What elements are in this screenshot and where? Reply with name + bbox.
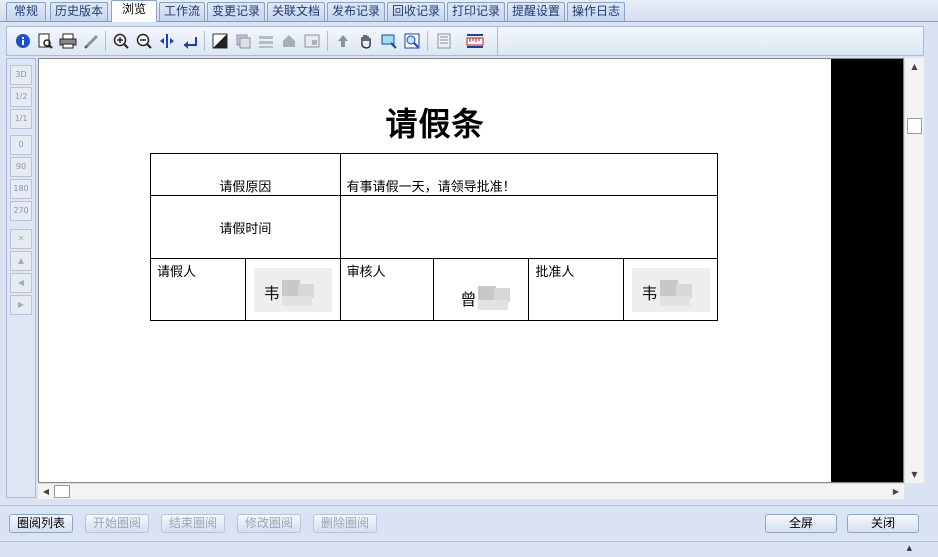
tab-operation-log[interactable]: 操作日志 bbox=[567, 2, 625, 21]
side-tool-rotate-270[interactable]: 270 bbox=[10, 201, 32, 221]
stack-icon[interactable] bbox=[256, 31, 276, 51]
tab-change-log[interactable]: 变更记录 bbox=[207, 2, 265, 21]
tab-workflow[interactable]: 工作流 bbox=[159, 2, 205, 21]
resize-grip-icon[interactable]: ▲ bbox=[907, 544, 912, 552]
review-list-button[interactable]: 圈阅列表 bbox=[9, 514, 73, 533]
signature-blur bbox=[659, 296, 690, 306]
time-label: 请假时间 bbox=[219, 222, 272, 237]
edit-review-button[interactable]: 修改圈阅 bbox=[237, 514, 301, 533]
reviewer-label: 审核人 bbox=[346, 265, 386, 280]
leave-form-table: 请假原因 有事请假一天，请领导批准！ 请假时间 请假人 韦 审核人 曾 批准人 … bbox=[150, 153, 719, 321]
toolbar-separator bbox=[204, 31, 205, 51]
viewer-dark-margin bbox=[831, 59, 903, 482]
fit-width-icon[interactable] bbox=[157, 31, 177, 51]
toolbar-separator bbox=[105, 31, 106, 51]
side-tool-half[interactable]: 1/2 bbox=[10, 87, 32, 107]
side-tool-flip-left[interactable]: ◀ bbox=[10, 273, 32, 293]
magnifier-icon[interactable] bbox=[379, 31, 399, 51]
horizontal-scroll-thumb[interactable] bbox=[54, 485, 70, 498]
reason-label: 请假原因 bbox=[219, 180, 272, 195]
scroll-up-icon[interactable]: ▲ bbox=[905, 58, 924, 75]
side-tool-3d[interactable]: 3D bbox=[10, 65, 32, 85]
tab-publish-log[interactable]: 发布记录 bbox=[327, 2, 385, 21]
toolbar-end-divider bbox=[497, 27, 498, 55]
horizontal-scrollbar[interactable]: ◀ ▶ bbox=[38, 483, 904, 499]
approver-label: 批准人 bbox=[535, 265, 575, 280]
info-icon[interactable] bbox=[13, 31, 33, 51]
tab-browse[interactable]: 浏览 bbox=[111, 0, 157, 22]
approver-signature: 韦 bbox=[631, 268, 710, 312]
fill-icon[interactable] bbox=[279, 31, 299, 51]
page-icon[interactable] bbox=[434, 31, 454, 51]
time-value bbox=[341, 196, 717, 218]
delete-review-button[interactable]: 删除圈阅 bbox=[313, 514, 377, 533]
tab-general[interactable]: 常规 bbox=[6, 2, 46, 21]
status-bar bbox=[0, 541, 938, 557]
applicant-label: 请假人 bbox=[157, 265, 197, 280]
scroll-left-icon[interactable]: ◀ bbox=[38, 484, 54, 500]
side-tool-flip-vertical[interactable]: ▲ bbox=[10, 251, 32, 271]
fit-page-icon[interactable] bbox=[180, 31, 200, 51]
zoom-region-icon[interactable] bbox=[402, 31, 422, 51]
signature-mark: 曾 bbox=[460, 290, 477, 309]
start-review-button[interactable]: 开始圈阅 bbox=[85, 514, 149, 533]
print-icon[interactable] bbox=[58, 31, 78, 51]
document-viewer[interactable]: 请假条 请假原因 有事请假一天，请领导批准！ 请假时间 请假人 韦 审核人 曾 bbox=[38, 58, 904, 483]
side-tool-rotate-180[interactable]: 180 bbox=[10, 179, 32, 199]
signature-blur bbox=[478, 300, 509, 310]
tab-recycle-log[interactable]: 回收记录 bbox=[387, 2, 445, 21]
side-tool-clear[interactable]: ✕ bbox=[10, 229, 32, 249]
print-preview-icon[interactable] bbox=[35, 31, 55, 51]
zoom-in-icon[interactable] bbox=[111, 31, 131, 51]
invert-icon[interactable] bbox=[210, 31, 230, 51]
side-tool-panel: 3D 1/2 1/1 0 90 180 270 ✕ ▲ ◀ ▶ bbox=[6, 58, 36, 498]
end-review-button[interactable]: 结束圈阅 bbox=[161, 514, 225, 533]
tab-related-docs[interactable]: 关联文档 bbox=[267, 2, 325, 21]
signature-blur bbox=[281, 296, 312, 306]
tab-print-log[interactable]: 打印记录 bbox=[447, 2, 505, 21]
scroll-right-icon[interactable]: ▶ bbox=[888, 484, 904, 500]
document-title: 请假条 bbox=[385, 105, 485, 143]
ruler-icon[interactable] bbox=[465, 31, 485, 51]
tab-history[interactable]: 历史版本 bbox=[50, 2, 108, 21]
vertical-scrollbar[interactable]: ▲ ▼ bbox=[904, 58, 924, 483]
bottom-action-bar: 圈阅列表 开始圈阅 结束圈阅 修改圈阅 删除圈阅 全屏 关闭 bbox=[0, 505, 938, 541]
viewer-toolbar bbox=[6, 26, 924, 56]
side-tool-flip-right[interactable]: ▶ bbox=[10, 295, 32, 315]
reviewer-signature: 曾 bbox=[442, 268, 521, 312]
signature-mark: 韦 bbox=[641, 284, 658, 303]
reason-value: 有事请假一天，请领导批准！ bbox=[346, 180, 516, 195]
toolbar-separator bbox=[427, 31, 428, 51]
toolbar-separator bbox=[327, 31, 328, 51]
hand-pan-icon[interactable] bbox=[356, 31, 376, 51]
side-tool-actual[interactable]: 1/1 bbox=[10, 109, 32, 129]
zoom-out-icon[interactable] bbox=[134, 31, 154, 51]
vertical-scroll-thumb[interactable] bbox=[907, 118, 922, 134]
tab-reminder[interactable]: 提醒设置 bbox=[507, 2, 565, 21]
arrow-up-icon[interactable] bbox=[333, 31, 353, 51]
layer-icon[interactable] bbox=[233, 31, 253, 51]
side-tool-rotate-90[interactable]: 90 bbox=[10, 157, 32, 177]
scroll-down-icon[interactable]: ▼ bbox=[905, 466, 924, 483]
applicant-signature: 韦 bbox=[253, 268, 332, 312]
fullscreen-button[interactable]: 全屏 bbox=[765, 514, 837, 533]
tab-bar: 常规 历史版本 浏览 工作流 变更记录 关联文档 发布记录 回收记录 打印记录 … bbox=[0, 0, 938, 22]
frame-icon[interactable] bbox=[302, 31, 322, 51]
side-tool-rotate-0[interactable]: 0 bbox=[10, 135, 32, 155]
close-button[interactable]: 关闭 bbox=[847, 514, 919, 533]
signature-mark: 韦 bbox=[263, 284, 280, 303]
annotate-pen-icon[interactable] bbox=[81, 31, 101, 51]
